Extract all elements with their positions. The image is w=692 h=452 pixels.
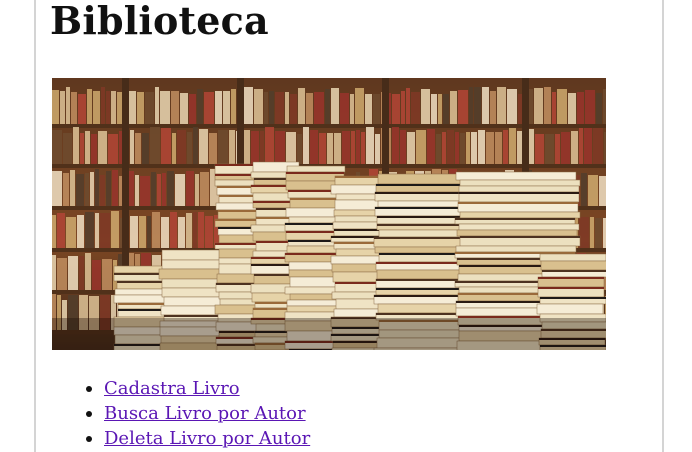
- deleta-livro-autor-link[interactable]: Deleta Livro por Autor: [104, 428, 310, 449]
- menu-item-cadastra-livro: Cadastra Livro: [50, 376, 310, 401]
- bullet-icon: [86, 411, 92, 417]
- bullet-icon: [86, 436, 92, 442]
- menu-item-busca-livro: Busca Livro por Autor: [50, 401, 310, 426]
- menu-item-deleta-livro: Deleta Livro por Autor: [50, 426, 310, 451]
- page-container: Biblioteca Cadastra Livro Busca Livro po…: [34, 0, 664, 452]
- busca-livro-autor-link[interactable]: Busca Livro por Autor: [104, 403, 306, 424]
- library-books-image: [52, 78, 606, 350]
- main-menu: Cadastra Livro Busca Livro por Autor Del…: [50, 376, 310, 451]
- bullet-icon: [86, 386, 92, 392]
- page-title: Biblioteca: [50, 0, 269, 43]
- cadastra-livro-link[interactable]: Cadastra Livro: [104, 378, 240, 399]
- library-books-illustration: [52, 78, 606, 350]
